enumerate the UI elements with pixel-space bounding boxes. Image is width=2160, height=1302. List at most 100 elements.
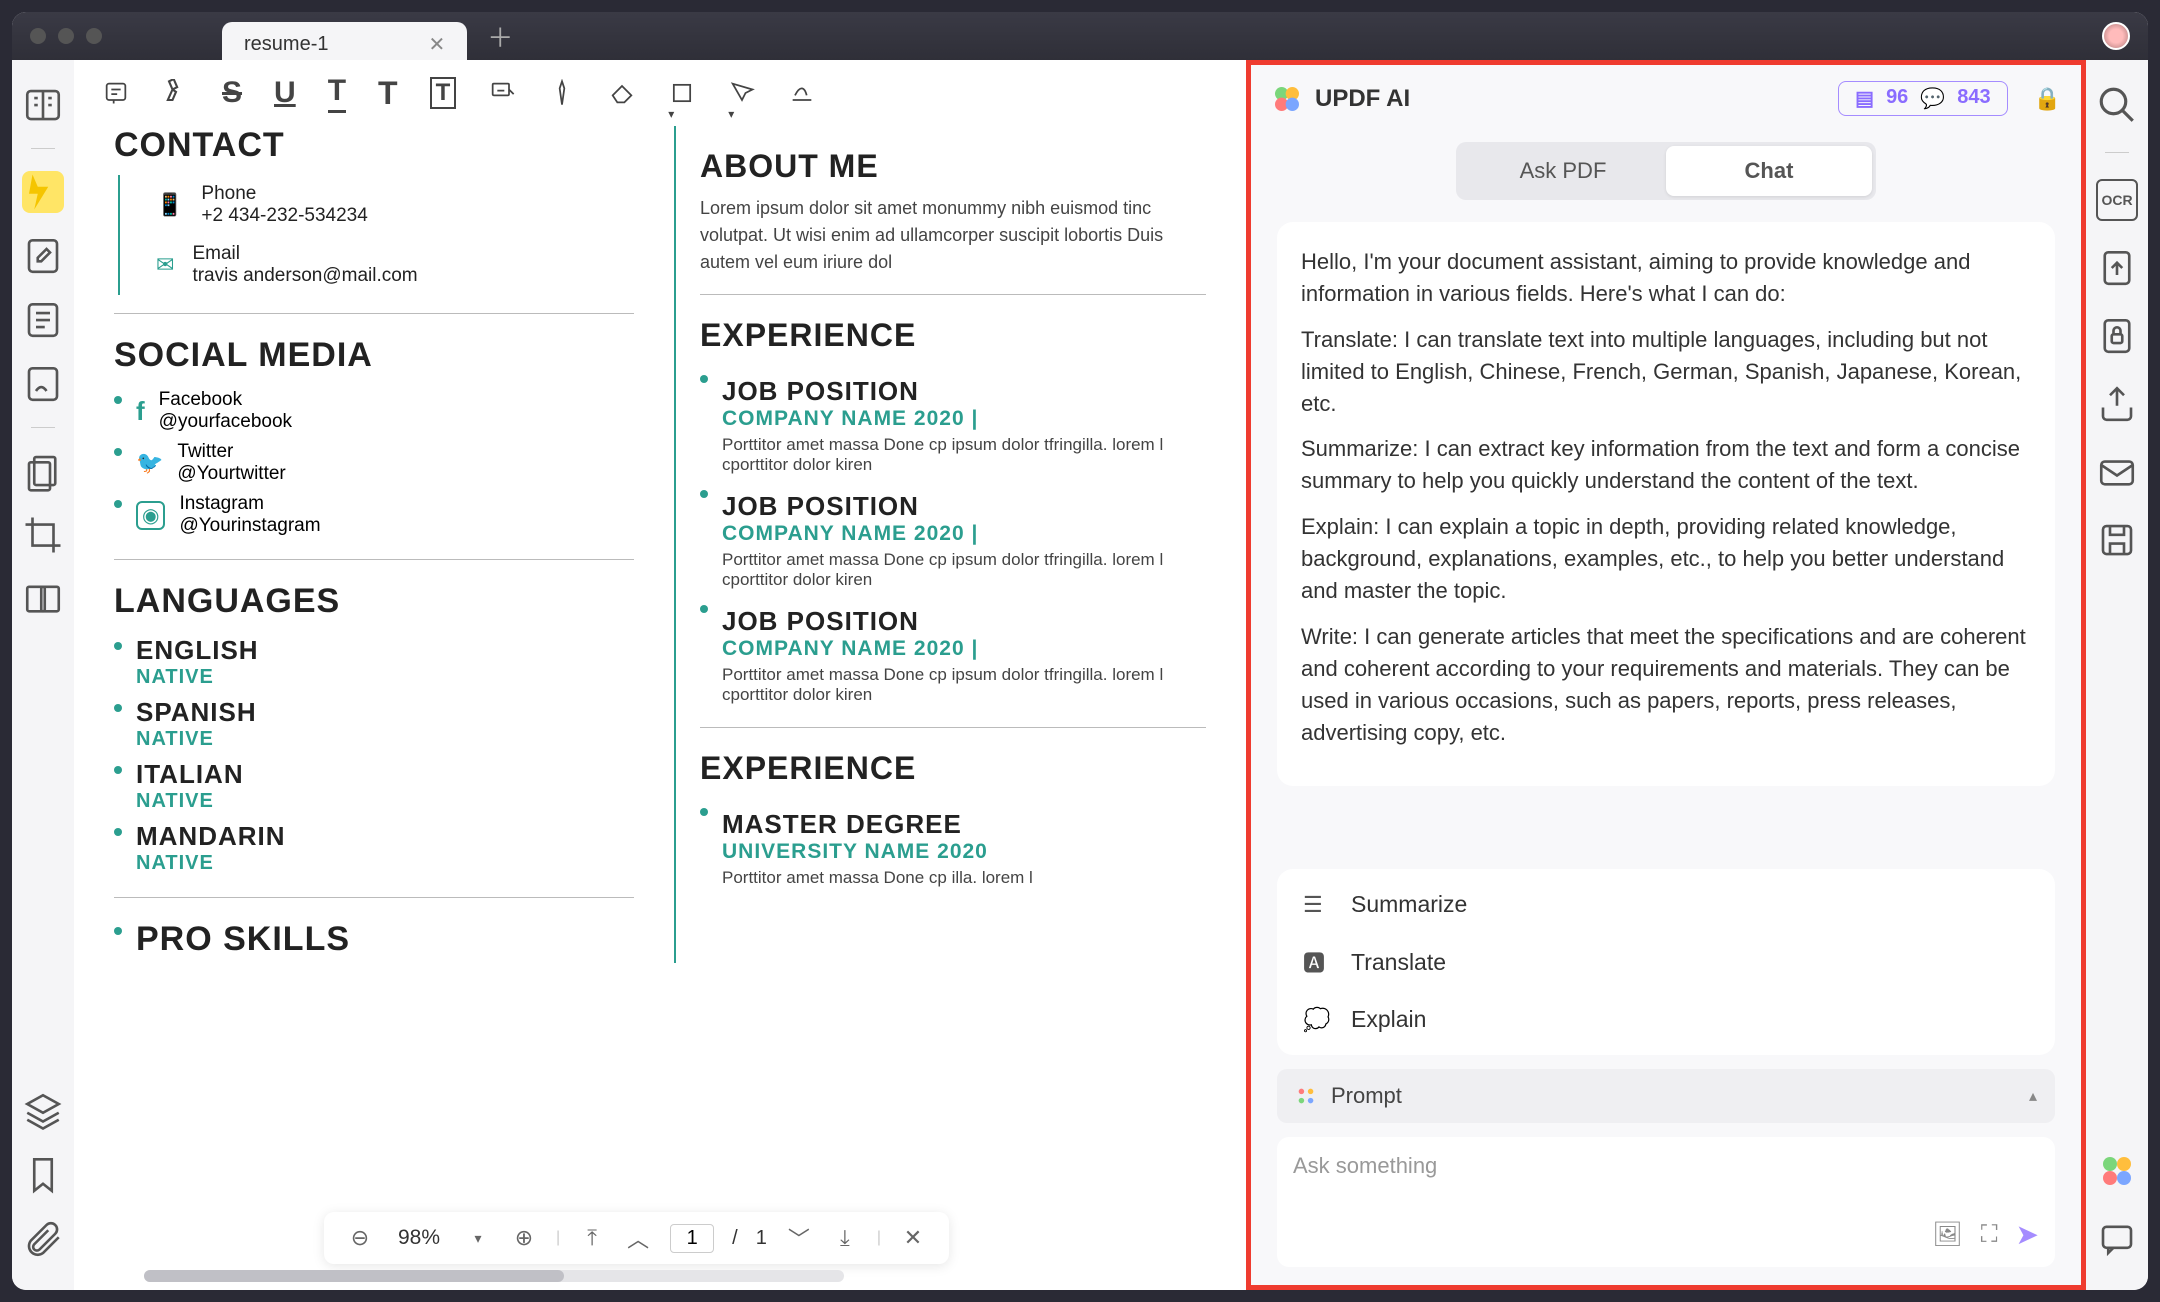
send-icon[interactable]: ➤ — [2016, 1218, 2039, 1251]
about-text: Lorem ipsum dolor sit amet monummy nibh … — [700, 195, 1206, 276]
prompt-selector[interactable]: Prompt ▴ — [1277, 1069, 2055, 1123]
search-icon[interactable] — [2096, 84, 2138, 126]
close-tab-icon[interactable]: ✕ — [428, 32, 445, 57]
action-translate[interactable]: 🅰Translate — [1277, 932, 2055, 992]
image-upload-icon[interactable]: 🖼 — [1932, 1220, 1962, 1249]
zoom-pagination-bar: ⊖ 98% ▾ ⊕ | ⤒ ︿ / 1 ﹀ ⤓ | ✕ — [324, 1212, 949, 1264]
email-icon[interactable] — [2096, 451, 2138, 493]
ai-message: Hello, I'm your document assistant, aimi… — [1277, 222, 2055, 786]
close-bar-icon[interactable]: ✕ — [899, 1225, 927, 1251]
crop-icon[interactable] — [22, 514, 64, 556]
prev-page-icon[interactable]: ︿ — [624, 1222, 652, 1254]
screenshot-icon[interactable]: ⛶ — [1981, 1221, 1998, 1249]
chat-input[interactable] — [1293, 1153, 2039, 1205]
list-icon: ☰ — [1303, 892, 1329, 918]
minimize-window[interactable] — [58, 28, 74, 44]
language-item: SPANISHNATIVE — [114, 693, 634, 755]
window-controls — [30, 28, 102, 44]
zoom-in-icon[interactable]: ⊕ — [510, 1225, 538, 1251]
last-page-icon[interactable]: ⤓ — [831, 1225, 859, 1251]
tab-chat[interactable]: Chat — [1666, 146, 1872, 196]
add-tab-icon[interactable]: ＋ — [487, 18, 513, 55]
social-item: ◉Instagram@Yourinstagram — [114, 489, 634, 541]
attachment-icon[interactable] — [22, 1218, 64, 1260]
education-heading: EXPERIENCE — [700, 750, 1206, 787]
strikethrough-icon[interactable]: S — [222, 76, 242, 110]
page-total: 1 — [756, 1227, 767, 1250]
page-input[interactable] — [670, 1224, 714, 1253]
credit-counter[interactable]: ▤96 💬843 — [1838, 81, 2007, 116]
tab-ask-pdf[interactable]: Ask PDF — [1460, 146, 1666, 196]
edit-tool-icon[interactable] — [22, 235, 64, 277]
text-tool-icon[interactable]: T — [378, 75, 398, 112]
zoom-out-icon[interactable]: ⊖ — [346, 1225, 374, 1251]
tab-title: resume-1 — [244, 33, 328, 56]
action-summarize[interactable]: ☰Summarize — [1277, 877, 2055, 932]
annotation-toolbar: S U T T T ▾ ▾ — [74, 60, 1246, 126]
ai-header: UPDF AI ▤96 💬843 🔒 — [1251, 65, 2081, 132]
lock-icon[interactable]: 🔒 — [2034, 86, 2061, 112]
separator — [31, 427, 55, 428]
phone-icon: 📱 — [156, 192, 183, 218]
facebook-icon: f — [136, 396, 145, 427]
note-icon[interactable] — [102, 79, 130, 107]
page-canvas[interactable]: CONTACT 📱 Phone+2 434-232-534234 ✉ Email… — [74, 126, 1246, 1290]
explain-icon: 💭 — [1303, 1007, 1329, 1033]
comment-tool-icon[interactable] — [22, 171, 64, 213]
horizontal-scrollbar[interactable] — [144, 1270, 844, 1282]
callout-icon[interactable] — [488, 79, 516, 107]
ai-chat-body[interactable]: Hello, I'm your document assistant, aimi… — [1251, 210, 2081, 855]
squiggly-icon[interactable]: T — [328, 74, 346, 113]
maximize-window[interactable] — [86, 28, 102, 44]
experience-heading: EXPERIENCE — [700, 317, 1206, 354]
convert-icon[interactable] — [2096, 247, 2138, 289]
compare-icon[interactable] — [22, 578, 64, 620]
language-item: ITALIANNATIVE — [114, 755, 634, 817]
languages-heading: LANGUAGES — [114, 582, 634, 621]
instagram-icon: ◉ — [136, 501, 165, 530]
social-item: 🐦Twitter@Yourtwitter — [114, 437, 634, 489]
chevron-up-icon: ▴ — [2029, 1086, 2037, 1106]
save-icon[interactable] — [2096, 519, 2138, 561]
email-icon: ✉ — [156, 252, 174, 278]
contact-email: ✉ Emailtravis anderson@mail.com — [118, 235, 634, 295]
close-window[interactable] — [30, 28, 46, 44]
contact-phone: 📱 Phone+2 434-232-534234 — [118, 175, 634, 235]
chat-credit-icon: 💬 — [1914, 86, 1951, 111]
eraser-icon[interactable] — [608, 79, 636, 107]
ocr-icon[interactable]: OCR — [2096, 179, 2138, 221]
action-explain[interactable]: 💭Explain — [1277, 992, 2055, 1047]
app-window: resume-1 ✕ ＋ — [12, 12, 2148, 1290]
shape-icon[interactable]: ▾ — [668, 79, 696, 107]
organize-pages-icon[interactable] — [22, 450, 64, 492]
translate-icon: 🅰 — [1303, 946, 1329, 978]
layers-icon[interactable] — [22, 1090, 64, 1132]
bookmark-icon[interactable] — [22, 1154, 64, 1196]
prompt-icon — [1295, 1085, 1317, 1107]
about-heading: ABOUT ME — [700, 148, 1206, 185]
reader-mode-icon[interactable] — [22, 84, 64, 126]
stamp-icon[interactable]: ▾ — [728, 79, 756, 107]
signature-icon[interactable] — [788, 79, 816, 107]
underline-icon[interactable]: U — [274, 76, 296, 110]
contact-heading: CONTACT — [114, 126, 634, 165]
highlighter-icon[interactable] — [162, 79, 190, 107]
doc-credit-icon: ▤ — [1849, 86, 1880, 111]
first-page-icon[interactable]: ⤒ — [578, 1225, 606, 1251]
textbox-icon[interactable]: T — [430, 77, 457, 109]
page-tools-icon[interactable] — [22, 299, 64, 341]
zoom-dropdown-icon[interactable]: ▾ — [464, 1230, 492, 1247]
fill-sign-icon[interactable] — [22, 363, 64, 405]
share-icon[interactable] — [2096, 383, 2138, 425]
ai-assistant-panel: UPDF AI ▤96 💬843 🔒 Ask PDF Chat Hello, I… — [1246, 60, 2086, 1290]
user-avatar[interactable] — [2102, 22, 2130, 50]
separator — [2105, 152, 2129, 153]
pencil-icon[interactable] — [548, 79, 576, 107]
protect-icon[interactable] — [2096, 315, 2138, 357]
separator — [31, 148, 55, 149]
zoom-level[interactable]: 98% — [392, 1226, 446, 1250]
chat-icon[interactable] — [2096, 1218, 2138, 1260]
ai-toggle-icon[interactable] — [2096, 1150, 2138, 1192]
document-viewer: S U T T T ▾ ▾ CONTACT 📱 Pho — [74, 60, 1246, 1290]
next-page-icon[interactable]: ﹀ — [785, 1222, 813, 1254]
